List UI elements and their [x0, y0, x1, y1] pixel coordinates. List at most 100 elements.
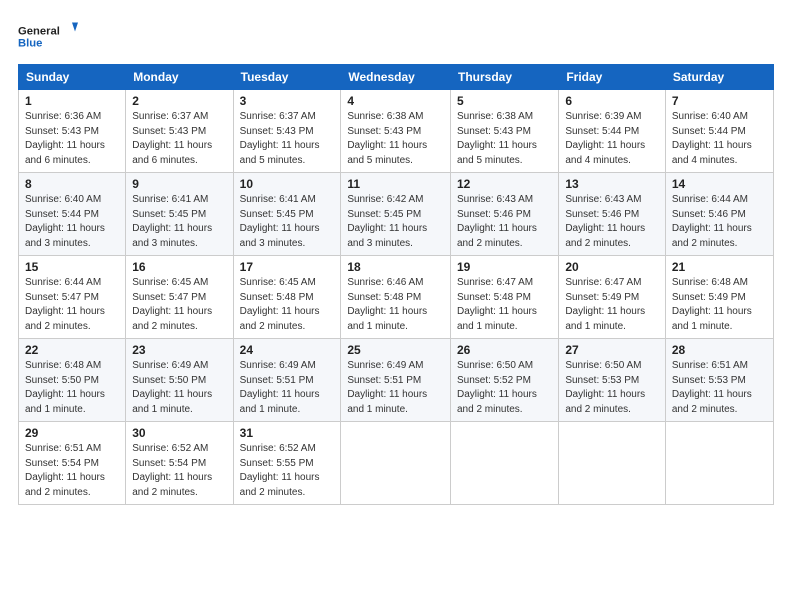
- day-number: 22: [25, 343, 119, 357]
- day-number: 27: [565, 343, 659, 357]
- day-number: 1: [25, 94, 119, 108]
- day-info: Sunrise: 6:49 AM Sunset: 5:51 PM Dayligh…: [347, 359, 444, 417]
- day-number: 13: [565, 177, 659, 191]
- calendar-cell: [665, 422, 773, 505]
- day-number: 7: [672, 94, 767, 108]
- day-number: 17: [240, 260, 335, 274]
- day-info: Sunrise: 6:52 AM Sunset: 5:54 PM Dayligh…: [132, 442, 226, 500]
- calendar-cell: 9 Sunrise: 6:41 AM Sunset: 5:45 PM Dayli…: [126, 173, 233, 256]
- day-number: 14: [672, 177, 767, 191]
- day-info: Sunrise: 6:44 AM Sunset: 5:47 PM Dayligh…: [25, 276, 119, 334]
- day-of-week-thursday: Thursday: [450, 65, 558, 90]
- calendar-cell: 27 Sunrise: 6:50 AM Sunset: 5:53 PM Dayl…: [559, 339, 666, 422]
- page: General Blue SundayMondayTuesdayWednesda…: [0, 0, 792, 612]
- day-number: 18: [347, 260, 444, 274]
- day-info: Sunrise: 6:52 AM Sunset: 5:55 PM Dayligh…: [240, 442, 335, 500]
- day-info: Sunrise: 6:37 AM Sunset: 5:43 PM Dayligh…: [132, 110, 226, 168]
- day-number: 28: [672, 343, 767, 357]
- day-number: 23: [132, 343, 226, 357]
- day-number: 21: [672, 260, 767, 274]
- calendar-cell: 12 Sunrise: 6:43 AM Sunset: 5:46 PM Dayl…: [450, 173, 558, 256]
- day-of-week-tuesday: Tuesday: [233, 65, 341, 90]
- header: General Blue: [18, 18, 774, 54]
- svg-text:Blue: Blue: [18, 38, 42, 50]
- calendar-cell: 16 Sunrise: 6:45 AM Sunset: 5:47 PM Dayl…: [126, 256, 233, 339]
- calendar-cell: 22 Sunrise: 6:48 AM Sunset: 5:50 PM Dayl…: [19, 339, 126, 422]
- day-info: Sunrise: 6:47 AM Sunset: 5:49 PM Dayligh…: [565, 276, 659, 334]
- calendar-cell: 5 Sunrise: 6:38 AM Sunset: 5:43 PM Dayli…: [450, 90, 558, 173]
- calendar-cell: 29 Sunrise: 6:51 AM Sunset: 5:54 PM Dayl…: [19, 422, 126, 505]
- day-number: 9: [132, 177, 226, 191]
- day-number: 8: [25, 177, 119, 191]
- day-info: Sunrise: 6:38 AM Sunset: 5:43 PM Dayligh…: [457, 110, 552, 168]
- day-info: Sunrise: 6:41 AM Sunset: 5:45 PM Dayligh…: [240, 193, 335, 251]
- calendar-cell: 3 Sunrise: 6:37 AM Sunset: 5:43 PM Dayli…: [233, 90, 341, 173]
- day-of-week-monday: Monday: [126, 65, 233, 90]
- day-info: Sunrise: 6:49 AM Sunset: 5:50 PM Dayligh…: [132, 359, 226, 417]
- day-info: Sunrise: 6:43 AM Sunset: 5:46 PM Dayligh…: [457, 193, 552, 251]
- calendar-cell: 30 Sunrise: 6:52 AM Sunset: 5:54 PM Dayl…: [126, 422, 233, 505]
- day-info: Sunrise: 6:37 AM Sunset: 5:43 PM Dayligh…: [240, 110, 335, 168]
- calendar-cell: 7 Sunrise: 6:40 AM Sunset: 5:44 PM Dayli…: [665, 90, 773, 173]
- day-number: 5: [457, 94, 552, 108]
- calendar-cell: 21 Sunrise: 6:48 AM Sunset: 5:49 PM Dayl…: [665, 256, 773, 339]
- day-number: 3: [240, 94, 335, 108]
- logo: General Blue: [18, 18, 78, 54]
- calendar-week-1: 1 Sunrise: 6:36 AM Sunset: 5:43 PM Dayli…: [19, 90, 774, 173]
- day-info: Sunrise: 6:51 AM Sunset: 5:53 PM Dayligh…: [672, 359, 767, 417]
- calendar-cell: 11 Sunrise: 6:42 AM Sunset: 5:45 PM Dayl…: [341, 173, 451, 256]
- day-of-week-sunday: Sunday: [19, 65, 126, 90]
- day-number: 31: [240, 426, 335, 440]
- day-info: Sunrise: 6:48 AM Sunset: 5:50 PM Dayligh…: [25, 359, 119, 417]
- day-info: Sunrise: 6:43 AM Sunset: 5:46 PM Dayligh…: [565, 193, 659, 251]
- calendar-cell: 8 Sunrise: 6:40 AM Sunset: 5:44 PM Dayli…: [19, 173, 126, 256]
- day-number: 10: [240, 177, 335, 191]
- calendar-week-4: 22 Sunrise: 6:48 AM Sunset: 5:50 PM Dayl…: [19, 339, 774, 422]
- day-number: 26: [457, 343, 552, 357]
- day-number: 11: [347, 177, 444, 191]
- calendar-cell: 24 Sunrise: 6:49 AM Sunset: 5:51 PM Dayl…: [233, 339, 341, 422]
- day-info: Sunrise: 6:45 AM Sunset: 5:48 PM Dayligh…: [240, 276, 335, 334]
- day-number: 4: [347, 94, 444, 108]
- calendar-cell: 1 Sunrise: 6:36 AM Sunset: 5:43 PM Dayli…: [19, 90, 126, 173]
- calendar-cell: 25 Sunrise: 6:49 AM Sunset: 5:51 PM Dayl…: [341, 339, 451, 422]
- day-info: Sunrise: 6:36 AM Sunset: 5:43 PM Dayligh…: [25, 110, 119, 168]
- calendar-cell: 20 Sunrise: 6:47 AM Sunset: 5:49 PM Dayl…: [559, 256, 666, 339]
- calendar-cell: 18 Sunrise: 6:46 AM Sunset: 5:48 PM Dayl…: [341, 256, 451, 339]
- day-number: 15: [25, 260, 119, 274]
- day-number: 16: [132, 260, 226, 274]
- calendar-week-5: 29 Sunrise: 6:51 AM Sunset: 5:54 PM Dayl…: [19, 422, 774, 505]
- calendar-cell: 26 Sunrise: 6:50 AM Sunset: 5:52 PM Dayl…: [450, 339, 558, 422]
- day-info: Sunrise: 6:46 AM Sunset: 5:48 PM Dayligh…: [347, 276, 444, 334]
- day-number: 25: [347, 343, 444, 357]
- calendar-cell: 19 Sunrise: 6:47 AM Sunset: 5:48 PM Dayl…: [450, 256, 558, 339]
- day-info: Sunrise: 6:39 AM Sunset: 5:44 PM Dayligh…: [565, 110, 659, 168]
- day-info: Sunrise: 6:40 AM Sunset: 5:44 PM Dayligh…: [672, 110, 767, 168]
- calendar-cell: 28 Sunrise: 6:51 AM Sunset: 5:53 PM Dayl…: [665, 339, 773, 422]
- day-of-week-friday: Friday: [559, 65, 666, 90]
- calendar-header-row: SundayMondayTuesdayWednesdayThursdayFrid…: [19, 65, 774, 90]
- day-of-week-saturday: Saturday: [665, 65, 773, 90]
- day-info: Sunrise: 6:47 AM Sunset: 5:48 PM Dayligh…: [457, 276, 552, 334]
- day-info: Sunrise: 6:40 AM Sunset: 5:44 PM Dayligh…: [25, 193, 119, 251]
- day-number: 2: [132, 94, 226, 108]
- day-number: 12: [457, 177, 552, 191]
- svg-text:General: General: [18, 26, 60, 38]
- calendar-cell: 23 Sunrise: 6:49 AM Sunset: 5:50 PM Dayl…: [126, 339, 233, 422]
- logo-svg: General Blue: [18, 18, 78, 54]
- day-number: 6: [565, 94, 659, 108]
- calendar-cell: 31 Sunrise: 6:52 AM Sunset: 5:55 PM Dayl…: [233, 422, 341, 505]
- day-number: 30: [132, 426, 226, 440]
- calendar-cell: 15 Sunrise: 6:44 AM Sunset: 5:47 PM Dayl…: [19, 256, 126, 339]
- calendar-cell: 13 Sunrise: 6:43 AM Sunset: 5:46 PM Dayl…: [559, 173, 666, 256]
- calendar-cell: 2 Sunrise: 6:37 AM Sunset: 5:43 PM Dayli…: [126, 90, 233, 173]
- day-info: Sunrise: 6:44 AM Sunset: 5:46 PM Dayligh…: [672, 193, 767, 251]
- day-number: 20: [565, 260, 659, 274]
- day-info: Sunrise: 6:41 AM Sunset: 5:45 PM Dayligh…: [132, 193, 226, 251]
- day-number: 19: [457, 260, 552, 274]
- day-number: 29: [25, 426, 119, 440]
- day-info: Sunrise: 6:49 AM Sunset: 5:51 PM Dayligh…: [240, 359, 335, 417]
- calendar-cell: 14 Sunrise: 6:44 AM Sunset: 5:46 PM Dayl…: [665, 173, 773, 256]
- calendar-cell: 17 Sunrise: 6:45 AM Sunset: 5:48 PM Dayl…: [233, 256, 341, 339]
- day-info: Sunrise: 6:51 AM Sunset: 5:54 PM Dayligh…: [25, 442, 119, 500]
